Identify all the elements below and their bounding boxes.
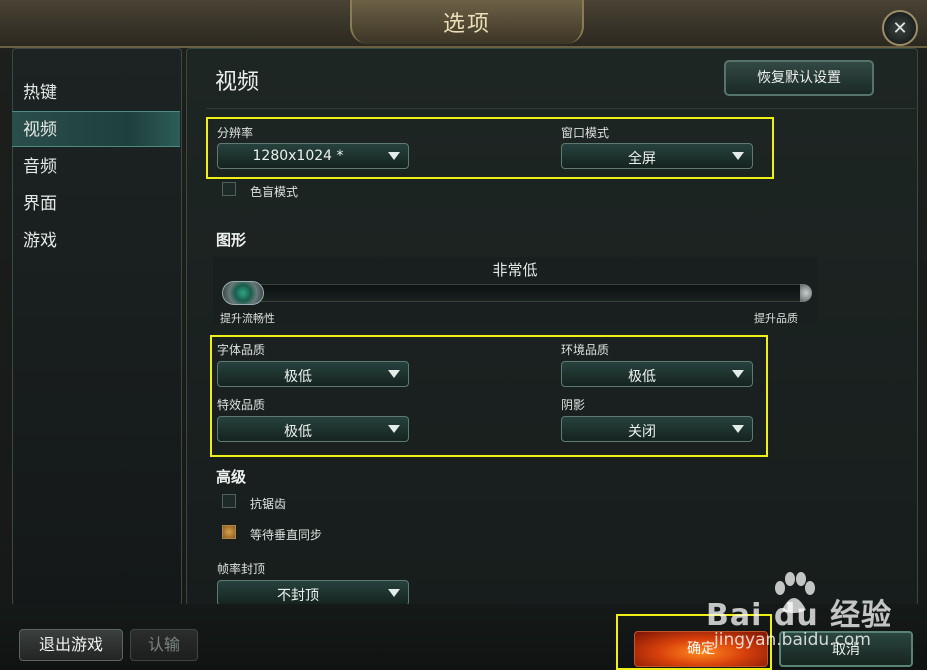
quality-label: 提升品质 (754, 312, 798, 325)
environment-quality-label: 环境品质 (561, 343, 610, 357)
close-icon: ✕ (892, 17, 908, 39)
resolution-dropdown[interactable]: 1280x1024 * (217, 143, 409, 169)
window-title: 选项 (442, 12, 491, 37)
sidebar-item-audio[interactable]: 音频 (12, 149, 180, 185)
effects-quality-dropdown[interactable]: 极低 (217, 416, 409, 442)
sidebar-item-game[interactable]: 游戏 (12, 223, 180, 259)
character-quality-value: 极低 (284, 369, 312, 385)
window-mode-label: 窗口模式 (561, 126, 610, 140)
sidebar-item-interface[interactable]: 界面 (12, 186, 180, 222)
chevron-down-icon (732, 370, 744, 378)
chevron-down-icon (388, 589, 400, 597)
sidebar-item-video[interactable]: 视频 (12, 111, 180, 147)
environment-quality-value: 极低 (628, 369, 656, 385)
character-quality-dropdown[interactable]: 极低 (217, 361, 409, 387)
resolution-label: 分辨率 (217, 126, 254, 140)
advanced-heading: 高级 (216, 468, 247, 486)
close-button[interactable]: ✕ (882, 10, 918, 46)
frame-cap-value: 不封顶 (277, 588, 319, 604)
effects-quality-label: 特效品质 (217, 398, 266, 412)
character-quality-label: 字体品质 (217, 343, 266, 357)
shadows-value: 关闭 (628, 424, 656, 440)
window-mode-dropdown[interactable]: 全屏 (561, 143, 753, 169)
graphics-slider-thumb[interactable] (222, 281, 264, 305)
chevron-down-icon (732, 425, 744, 433)
shadows-dropdown[interactable]: 关闭 (561, 416, 753, 442)
divider (206, 108, 918, 109)
shadows-label: 阴影 (561, 398, 586, 412)
smoothness-label: 提升流畅性 (220, 312, 275, 325)
surrender-button[interactable]: 认输 (130, 629, 198, 661)
restore-defaults-button[interactable]: 恢复默认设置 (724, 60, 874, 96)
antialiasing-label: 抗锯齿 (250, 497, 287, 511)
page-title: 视频 (215, 70, 260, 95)
frame-cap-dropdown[interactable]: 不封顶 (217, 580, 409, 606)
resolution-value: 1280x1024 * (252, 148, 344, 164)
colorblind-checkbox[interactable] (222, 182, 236, 196)
graphics-heading: 图形 (216, 231, 247, 249)
chevron-down-icon (388, 370, 400, 378)
sidebar-item-hotkeys[interactable]: 热键 (12, 75, 180, 111)
graphics-level: 非常低 (492, 261, 538, 279)
watermark-brand: Bai du 经验 (706, 598, 893, 633)
chevron-down-icon (388, 425, 400, 433)
environment-quality-dropdown[interactable]: 极低 (561, 361, 753, 387)
watermark-url: jingyan.baidu.com (714, 630, 871, 650)
frame-cap-label: 帧率封顶 (217, 562, 266, 576)
graphics-slider-track[interactable] (224, 284, 810, 302)
effects-quality-value: 极低 (284, 424, 312, 440)
chevron-down-icon (732, 152, 744, 160)
window-mode-value: 全屏 (628, 151, 656, 167)
colorblind-label: 色盲模式 (250, 185, 299, 199)
antialiasing-checkbox[interactable] (222, 494, 236, 508)
chevron-down-icon (388, 152, 400, 160)
vsync-checkbox[interactable] (222, 525, 236, 539)
quit-game-button[interactable]: 退出游戏 (19, 629, 123, 661)
vsync-label: 等待垂直同步 (250, 528, 323, 542)
